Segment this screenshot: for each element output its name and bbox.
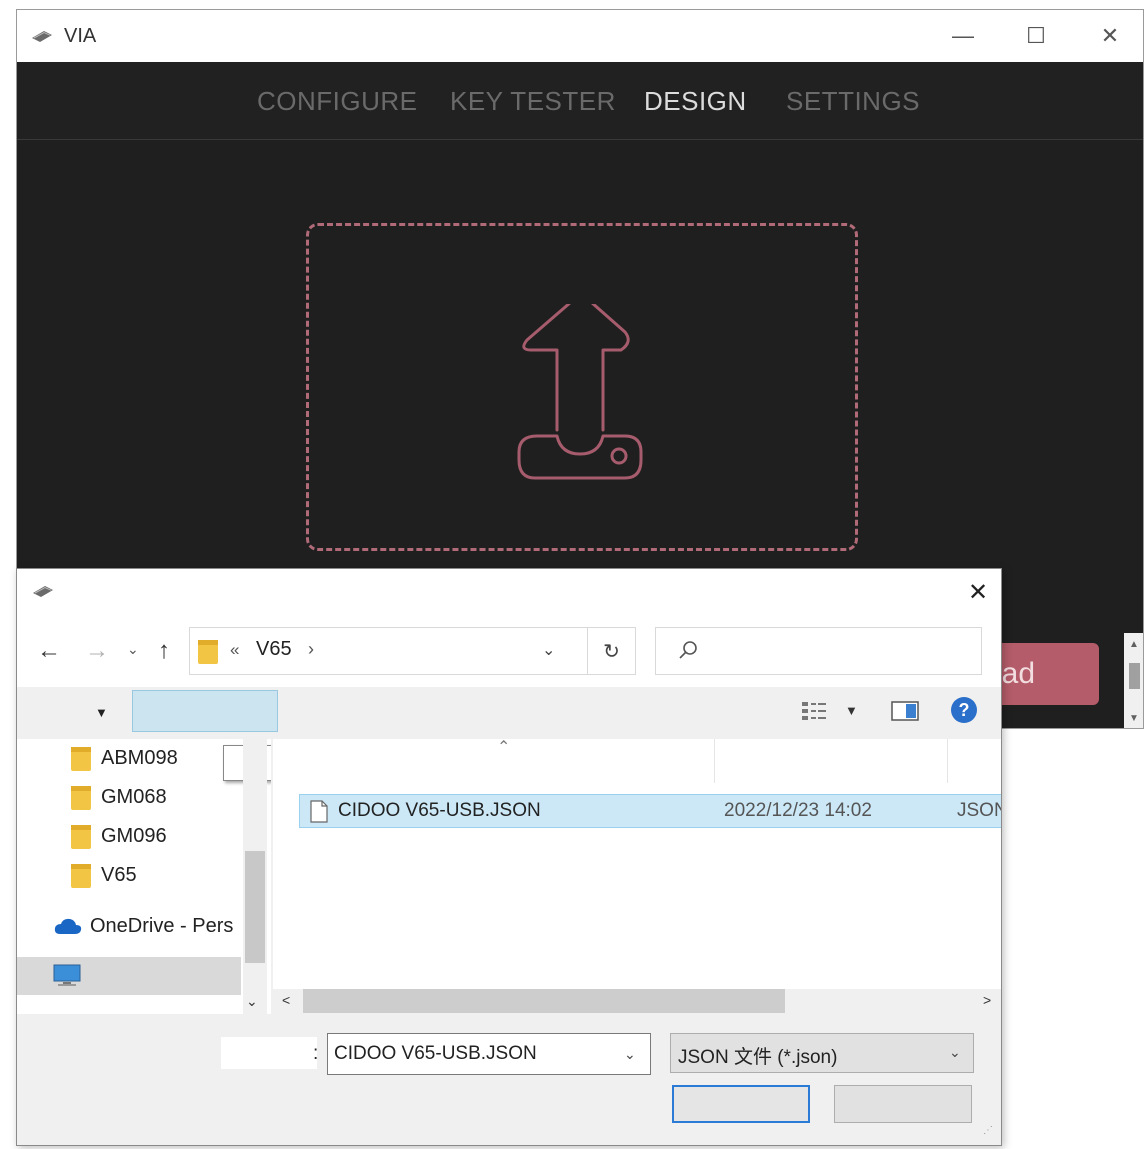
main-scrollbar[interactable]: ▲ ▼ bbox=[1124, 633, 1143, 728]
scroll-down-icon[interactable]: ▼ bbox=[1129, 713, 1139, 724]
column-header: ⌃ bbox=[273, 739, 1001, 783]
tab-settings[interactable]: SETTINGS bbox=[786, 86, 920, 117]
search-input[interactable] bbox=[655, 627, 982, 675]
upload-icon bbox=[491, 297, 671, 485]
tree-item-gm096[interactable]: GM096 bbox=[71, 819, 167, 853]
back-arrow-icon[interactable]: ← bbox=[37, 637, 61, 665]
file-name-label bbox=[221, 1037, 317, 1069]
dialog-titlebar: ✕ bbox=[17, 569, 1001, 615]
dialog-navbar: ← → ⌄ ↑ « V65 › ⌄ ↻ bbox=[17, 615, 1001, 687]
tree-item-abm098[interactable]: ABM098 bbox=[71, 741, 178, 775]
view-dropdown-icon[interactable]: ▼ bbox=[845, 703, 858, 718]
main-nav: CONFIGURE KEY TESTER DESIGN SETTINGS bbox=[17, 62, 1143, 140]
nav-pane-scrollbar[interactable] bbox=[243, 739, 267, 1014]
app-title: VIA bbox=[64, 24, 97, 47]
tree-item-v65[interactable]: V65 bbox=[71, 858, 137, 892]
close-button[interactable]: ✕ bbox=[1088, 18, 1132, 54]
cancel-button[interactable] bbox=[834, 1085, 972, 1123]
tree-item-gm068[interactable]: GM068 bbox=[71, 780, 167, 814]
tree-item-label: ABM098 bbox=[101, 746, 178, 769]
open-button[interactable] bbox=[672, 1085, 810, 1123]
folder-icon bbox=[71, 745, 91, 771]
dialog-close-button[interactable]: ✕ bbox=[961, 575, 995, 609]
chevron-right-icon[interactable]: > bbox=[983, 992, 991, 1008]
open-file-dialog: ✕ ← → ⌄ ↑ « V65 › ⌄ ↻ ▼ ▼ ? ABM098 GM068… bbox=[16, 568, 1002, 1146]
folder-icon bbox=[198, 638, 218, 664]
file-list: ⌃ CIDOO V65-USB.JSON 2022/12/23 14:02 JS… bbox=[273, 739, 1001, 989]
maximize-button[interactable]: ☐ bbox=[1014, 18, 1058, 54]
computer-icon bbox=[53, 964, 81, 994]
address-path[interactable]: V65 bbox=[256, 638, 292, 661]
new-folder-button[interactable] bbox=[132, 690, 278, 732]
scroll-up-icon[interactable]: ▲ bbox=[1129, 639, 1139, 650]
keyboard-icon bbox=[31, 584, 55, 603]
tab-design[interactable]: DESIGN bbox=[644, 86, 747, 117]
file-date: 2022/12/23 14:02 bbox=[724, 800, 872, 821]
minimize-button[interactable]: — bbox=[941, 18, 985, 54]
folder-icon bbox=[71, 784, 91, 810]
file-type: JSON bbox=[957, 800, 1001, 821]
file-icon bbox=[310, 800, 328, 828]
tab-configure[interactable]: CONFIGURE bbox=[257, 86, 418, 117]
file-name-input[interactable]: CIDOO V65-USB.JSON ⌄ bbox=[327, 1033, 651, 1075]
refresh-icon: ↻ bbox=[603, 640, 620, 663]
address-separator[interactable]: › bbox=[308, 639, 314, 660]
tree-item-label: V65 bbox=[101, 863, 137, 886]
cloud-icon bbox=[54, 917, 82, 935]
view-options-icon[interactable] bbox=[802, 701, 830, 726]
folder-icon bbox=[71, 862, 91, 888]
file-row[interactable]: CIDOO V65-USB.JSON 2022/12/23 14:02 JSON bbox=[299, 794, 1001, 828]
file-name: CIDOO V65-USB.JSON bbox=[338, 800, 541, 821]
tree-item-onedrive[interactable]: OneDrive - Pers bbox=[54, 909, 233, 943]
chevron-down-icon[interactable]: ⌄ bbox=[949, 1044, 961, 1061]
organize-dropdown-icon[interactable]: ▼ bbox=[95, 705, 108, 720]
refresh-button[interactable]: ↻ bbox=[587, 627, 636, 675]
sort-arrow-icon[interactable]: ⌃ bbox=[497, 739, 510, 757]
navigation-pane: ABM098 GM068 GM096 V65 OneDrive - Pers bbox=[17, 739, 271, 1014]
help-icon[interactable]: ? bbox=[951, 697, 977, 723]
file-name-colon: : bbox=[313, 1043, 319, 1064]
chevron-left-icon[interactable]: < bbox=[282, 992, 290, 1008]
tree-item-label: GM096 bbox=[101, 824, 167, 847]
dialog-toolbar: ▼ ▼ ? bbox=[17, 687, 1001, 739]
folder-icon bbox=[71, 823, 91, 849]
file-drop-zone[interactable] bbox=[306, 223, 858, 551]
chevron-down-icon[interactable]: ⌄ bbox=[624, 1046, 636, 1063]
tree-item-this-pc[interactable] bbox=[17, 957, 241, 995]
file-name-value[interactable]: CIDOO V65-USB.JSON bbox=[334, 1043, 537, 1065]
file-type-select[interactable]: JSON 文件 (*.json) ⌄ bbox=[670, 1033, 974, 1073]
tab-key-tester[interactable]: KEY TESTER bbox=[450, 86, 616, 117]
column-divider[interactable] bbox=[714, 739, 715, 783]
chevron-down-icon[interactable]: ⌄ bbox=[246, 993, 258, 1010]
resize-grip-icon[interactable]: ⋰ bbox=[983, 1125, 993, 1136]
up-arrow-icon[interactable]: ↑ bbox=[158, 637, 170, 665]
scroll-thumb[interactable] bbox=[1129, 663, 1140, 689]
column-divider[interactable] bbox=[947, 739, 948, 783]
chevron-down-icon[interactable]: ⌄ bbox=[542, 640, 555, 660]
scroll-thumb[interactable] bbox=[245, 851, 265, 963]
file-type-value[interactable]: JSON 文件 (*.json) bbox=[678, 1042, 837, 1069]
tree-item-label: GM068 bbox=[101, 785, 167, 808]
search-icon bbox=[678, 640, 698, 665]
preview-pane-icon[interactable] bbox=[891, 701, 919, 726]
file-list-hscrollbar[interactable]: < > bbox=[273, 989, 1001, 1015]
tree-item-label: OneDrive - Pers bbox=[90, 914, 234, 937]
scroll-thumb[interactable] bbox=[303, 989, 785, 1013]
via-titlebar: VIA — ☐ ✕ bbox=[17, 10, 1143, 62]
address-chevron[interactable]: « bbox=[230, 640, 239, 660]
forward-arrow-icon[interactable]: → bbox=[85, 637, 109, 665]
address-bar[interactable]: « V65 › ⌄ bbox=[189, 627, 635, 675]
keyboard-icon bbox=[30, 28, 54, 44]
recent-locations-icon[interactable]: ⌄ bbox=[127, 641, 139, 658]
